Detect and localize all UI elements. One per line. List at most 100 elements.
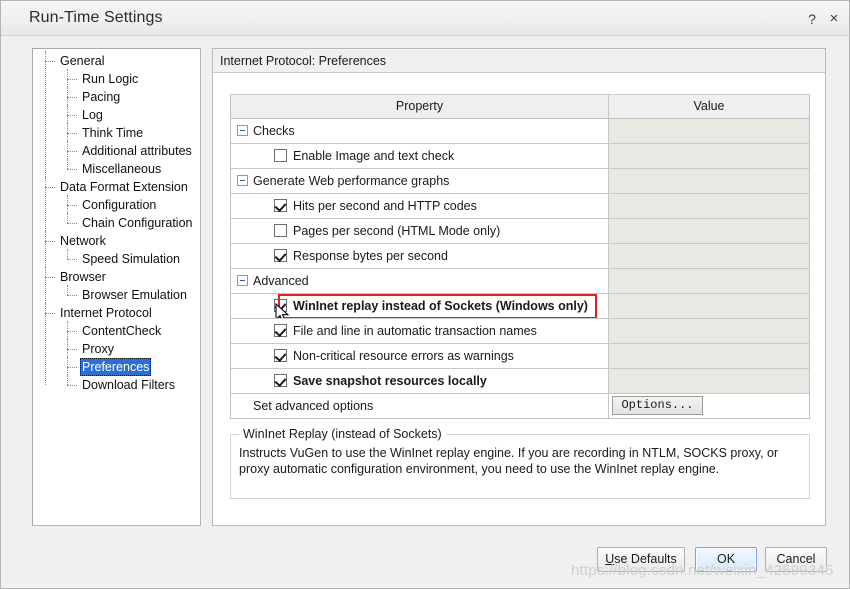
- table-row[interactable]: Hits per second and HTTP codes: [231, 194, 809, 219]
- sidebar-item-internet-protocol[interactable]: Internet Protocol: [33, 303, 200, 322]
- collapse-minus-icon[interactable]: [237, 275, 248, 286]
- value-cell[interactable]: Options...: [609, 394, 809, 418]
- tree-spine-child: [67, 321, 68, 385]
- sidebar-item-label: Pacing: [82, 90, 121, 104]
- sidebar-item-think-time[interactable]: Think Time: [33, 123, 200, 142]
- tree-host: General Run Logic Pacing Log Think Time Addit…: [33, 49, 200, 394]
- group-label: Checks: [253, 124, 295, 138]
- sidebar-item-proxy[interactable]: Proxy: [33, 339, 200, 358]
- tree-spine-child: [67, 285, 68, 295]
- sidebar-item-label: Additional attributes: [82, 144, 192, 158]
- checkbox-checked[interactable]: [274, 199, 287, 212]
- sidebar-item-data-format-extension[interactable]: Data Format Extension: [33, 177, 200, 196]
- property-cell[interactable]: Generate Web performance graphs: [231, 169, 609, 193]
- table-row[interactable]: Generate Web performance graphs: [231, 169, 809, 194]
- property-grid[interactable]: Property Value Checks Enable Image and te…: [230, 94, 810, 419]
- sidebar-item-download-filters[interactable]: Download Filters: [33, 375, 200, 394]
- property-grid-rows: Checks Enable Image and text check Generat…: [231, 119, 809, 418]
- sidebar-item-label: Log: [82, 108, 103, 122]
- property-label: Set advanced options: [253, 399, 374, 413]
- table-row[interactable]: Save snapshot resources locally: [231, 369, 809, 394]
- value-cell: [609, 369, 809, 393]
- checkbox-label: Pages per second (HTML Mode only): [293, 224, 501, 238]
- sidebar-item-configuration[interactable]: Configuration: [33, 195, 200, 214]
- tree-spine-child: [67, 249, 68, 259]
- sidebar-item-label: General: [60, 54, 105, 68]
- property-cell[interactable]: Set advanced options: [231, 394, 609, 418]
- table-row[interactable]: Non-critical resource errors as warnings: [231, 344, 809, 369]
- options-button[interactable]: Options...: [612, 396, 703, 415]
- value-cell: [609, 169, 809, 193]
- sidebar-item-label: ContentCheck: [82, 324, 162, 338]
- sidebar-item-chain-configuration[interactable]: Chain Configuration: [33, 213, 200, 232]
- table-row[interactable]: WinInet replay instead of Sockets (Windo…: [231, 294, 809, 319]
- sidebar-item-label: Miscellaneous: [82, 162, 162, 176]
- sidebar-item-miscellaneous[interactable]: Miscellaneous: [33, 159, 200, 178]
- sidebar-item-label: Network: [60, 234, 106, 248]
- sidebar-item-general[interactable]: General: [33, 51, 200, 70]
- value-cell: [609, 144, 809, 168]
- close-icon[interactable]: ×: [825, 10, 843, 28]
- help-icon[interactable]: ?: [803, 10, 821, 28]
- property-cell[interactable]: File and line in automatic transaction n…: [231, 319, 609, 343]
- checkbox-unchecked[interactable]: [274, 149, 287, 162]
- column-header-value: Value: [693, 99, 725, 113]
- description-groupbox: WinInet Replay (instead of Sockets) Inst…: [230, 427, 810, 499]
- sidebar-item-additional-attributes[interactable]: Additional attributes: [33, 141, 200, 160]
- checkbox-label: Non-critical resource errors as warnings: [293, 349, 514, 363]
- value-cell: [609, 244, 809, 268]
- sidebar-item-label: Proxy: [82, 342, 114, 356]
- use-defaults-button[interactable]: Use Defaults: [597, 547, 685, 572]
- property-cell[interactable]: Response bytes per second: [231, 244, 609, 268]
- sidebar-item-label: Internet Protocol: [60, 306, 152, 320]
- value-cell: [609, 219, 809, 243]
- table-row[interactable]: Response bytes per second: [231, 244, 809, 269]
- property-cell[interactable]: WinInet replay instead of Sockets (Windo…: [231, 294, 609, 318]
- checkbox-checked[interactable]: [274, 349, 287, 362]
- checkbox-label: File and line in automatic transaction n…: [293, 324, 537, 338]
- sidebar-item-pacing[interactable]: Pacing: [33, 87, 200, 106]
- checkbox-label: WinInet replay instead of Sockets (Windo…: [293, 299, 588, 313]
- checkbox-checked[interactable]: [274, 324, 287, 337]
- property-cell[interactable]: Enable Image and text check: [231, 144, 609, 168]
- description-title: WinInet Replay (instead of Sockets): [239, 427, 446, 441]
- table-row[interactable]: Pages per second (HTML Mode only): [231, 219, 809, 244]
- sidebar-item-network[interactable]: Network: [33, 231, 200, 250]
- value-cell: [609, 119, 809, 143]
- sidebar-item-contentcheck[interactable]: ContentCheck: [33, 321, 200, 340]
- checkbox-checked[interactable]: [274, 249, 287, 262]
- cancel-button[interactable]: Cancel: [765, 547, 827, 572]
- sidebar-item-log[interactable]: Log: [33, 105, 200, 124]
- checkbox-unchecked[interactable]: [274, 224, 287, 237]
- preferences-panel: Internet Protocol: Preferences Property …: [212, 48, 826, 526]
- sidebar-item-run-logic[interactable]: Run Logic: [33, 69, 200, 88]
- property-cell[interactable]: Save snapshot resources locally: [231, 369, 609, 393]
- ok-button[interactable]: OK: [695, 547, 757, 572]
- table-row[interactable]: Advanced: [231, 269, 809, 294]
- table-row[interactable]: Checks: [231, 119, 809, 144]
- sidebar-item-preferences[interactable]: Preferences: [33, 357, 200, 376]
- property-cell[interactable]: Advanced: [231, 269, 609, 293]
- value-cell: [609, 319, 809, 343]
- property-cell[interactable]: Hits per second and HTTP codes: [231, 194, 609, 218]
- checkbox-label: Response bytes per second: [293, 249, 448, 263]
- sidebar-item-browser[interactable]: Browser: [33, 267, 200, 286]
- checkbox-checked[interactable]: [274, 374, 287, 387]
- sidebar-item-label: Run Logic: [82, 72, 139, 86]
- collapse-minus-icon[interactable]: [237, 125, 248, 136]
- property-cell[interactable]: Pages per second (HTML Mode only): [231, 219, 609, 243]
- checkbox-label: Hits per second and HTTP codes: [293, 199, 477, 213]
- sidebar-item-browser-emulation[interactable]: Browser Emulation: [33, 285, 200, 304]
- collapse-minus-icon[interactable]: [237, 175, 248, 186]
- title-bar: Run-Time Settings ? ×: [1, 1, 849, 36]
- property-cell[interactable]: Checks: [231, 119, 609, 143]
- property-cell[interactable]: Non-critical resource errors as warnings: [231, 344, 609, 368]
- settings-tree[interactable]: General Run Logic Pacing Log Think Time Addit…: [32, 48, 201, 526]
- sidebar-item-label: Browser: [60, 270, 106, 284]
- sidebar-item-speed-simulation[interactable]: Speed Simulation: [33, 249, 200, 268]
- table-row[interactable]: File and line in automatic transaction n…: [231, 319, 809, 344]
- table-row[interactable]: Set advanced options Options...: [231, 394, 809, 418]
- sidebar-item-label: Preferences: [80, 358, 152, 376]
- sidebar-item-label: Chain Configuration: [82, 216, 193, 230]
- table-row[interactable]: Enable Image and text check: [231, 144, 809, 169]
